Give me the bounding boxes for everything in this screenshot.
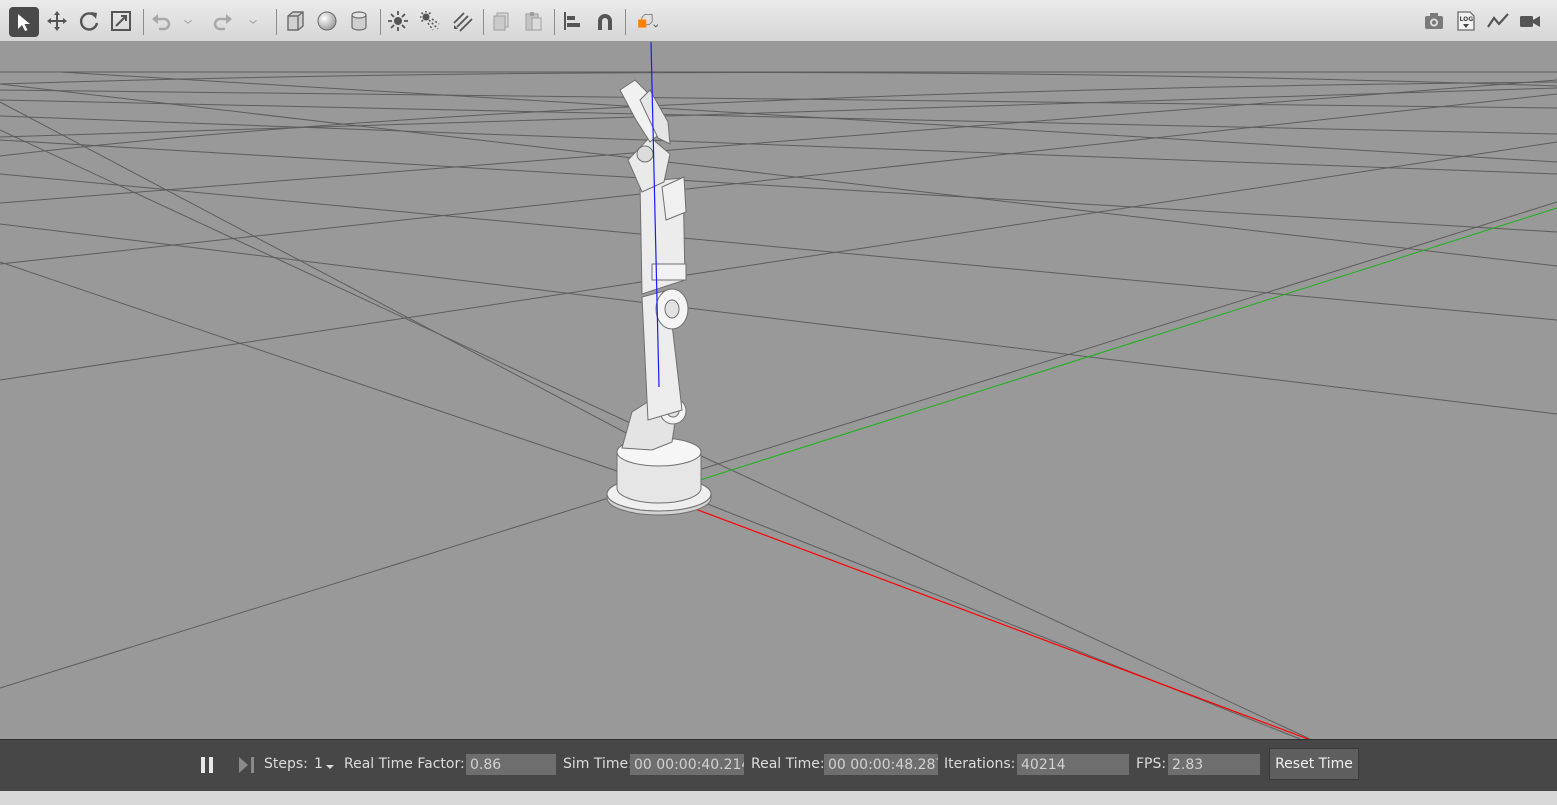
- undo-icon[interactable]: [148, 8, 174, 34]
- spot-light-icon[interactable]: [417, 8, 443, 34]
- scale-mode-icon[interactable]: [108, 8, 134, 34]
- real-time-factor-label: Real Time Factor:: [344, 756, 465, 772]
- sim-time-label: Sim Time:: [563, 756, 633, 772]
- redo-history-chevron-down-icon[interactable]: [245, 8, 261, 34]
- steps-chevron-down-icon: [326, 765, 334, 769]
- plot-icon[interactable]: [1485, 8, 1511, 34]
- toolbar-separator: [276, 9, 277, 35]
- sim-time-value: 00 00:00:40.214: [630, 754, 744, 775]
- toolbar-separator: [380, 9, 381, 35]
- point-light-icon[interactable]: [385, 8, 411, 34]
- screenshot-camera-icon[interactable]: [1421, 8, 1447, 34]
- cylinder-shape-icon[interactable]: [346, 8, 372, 34]
- copy-icon[interactable]: [488, 8, 514, 34]
- log-icon[interactable]: LOG: [1453, 8, 1479, 34]
- main-toolbar: LOG: [0, 0, 1557, 42]
- translate-mode-icon[interactable]: [44, 8, 70, 34]
- view-angle-icon[interactable]: [631, 8, 663, 34]
- real-time-label: Real Time:: [751, 756, 825, 772]
- reset-time-button[interactable]: Reset Time: [1269, 748, 1359, 780]
- fps-value: 2.83: [1168, 754, 1260, 775]
- iterations-value: 40214: [1017, 754, 1129, 775]
- log-icon-label: LOG: [1460, 16, 1474, 23]
- toolbar-separator: [554, 9, 555, 35]
- 3d-scene-viewport[interactable]: [0, 42, 1557, 739]
- redo-icon[interactable]: [210, 8, 236, 34]
- ground-grid: [0, 71, 1557, 739]
- pause-icon: [201, 757, 205, 773]
- paste-icon[interactable]: [520, 8, 546, 34]
- iterations-label: Iterations:: [944, 756, 1016, 772]
- align-icon[interactable]: [560, 8, 586, 34]
- toolbar-separator: [143, 9, 144, 35]
- sphere-shape-icon[interactable]: [314, 8, 340, 34]
- steps-label: Steps:: [264, 756, 308, 772]
- rotate-mode-icon[interactable]: [76, 8, 102, 34]
- simulation-status-bar: Steps: 1 Real Time Factor: 0.86 Sim Time…: [0, 739, 1557, 791]
- step-forward-icon: [239, 757, 254, 773]
- box-shape-icon[interactable]: [282, 8, 308, 34]
- steps-spinbox[interactable]: 1: [313, 755, 337, 775]
- pause-icon-bar: [209, 757, 213, 773]
- toolbar-separator: [625, 9, 626, 35]
- x-axis-line: [689, 506, 1309, 739]
- step-button[interactable]: [236, 755, 258, 775]
- window-bottom-strip: [0, 791, 1557, 805]
- steps-value: 1: [314, 756, 323, 772]
- y-axis-line: [699, 207, 1557, 481]
- record-video-icon[interactable]: [1517, 8, 1543, 34]
- scene-render: [0, 42, 1557, 739]
- toolbar-separator: [483, 9, 484, 35]
- pause-button[interactable]: [198, 755, 216, 775]
- select-mode-icon[interactable]: [9, 7, 39, 37]
- directional-light-icon[interactable]: [449, 8, 475, 34]
- robot-arm-model[interactable]: [606, 79, 712, 516]
- fps-label: FPS:: [1136, 756, 1167, 772]
- real-time-factor-value: 0.86: [466, 754, 556, 775]
- snap-magnet-icon[interactable]: [592, 8, 618, 34]
- gazebo-window: LOG Steps: 1 Real Time Factor: 0.86 Sim …: [0, 0, 1557, 805]
- real-time-value: 00 00:00:48.287: [824, 754, 938, 775]
- undo-history-chevron-down-icon[interactable]: [180, 8, 196, 34]
